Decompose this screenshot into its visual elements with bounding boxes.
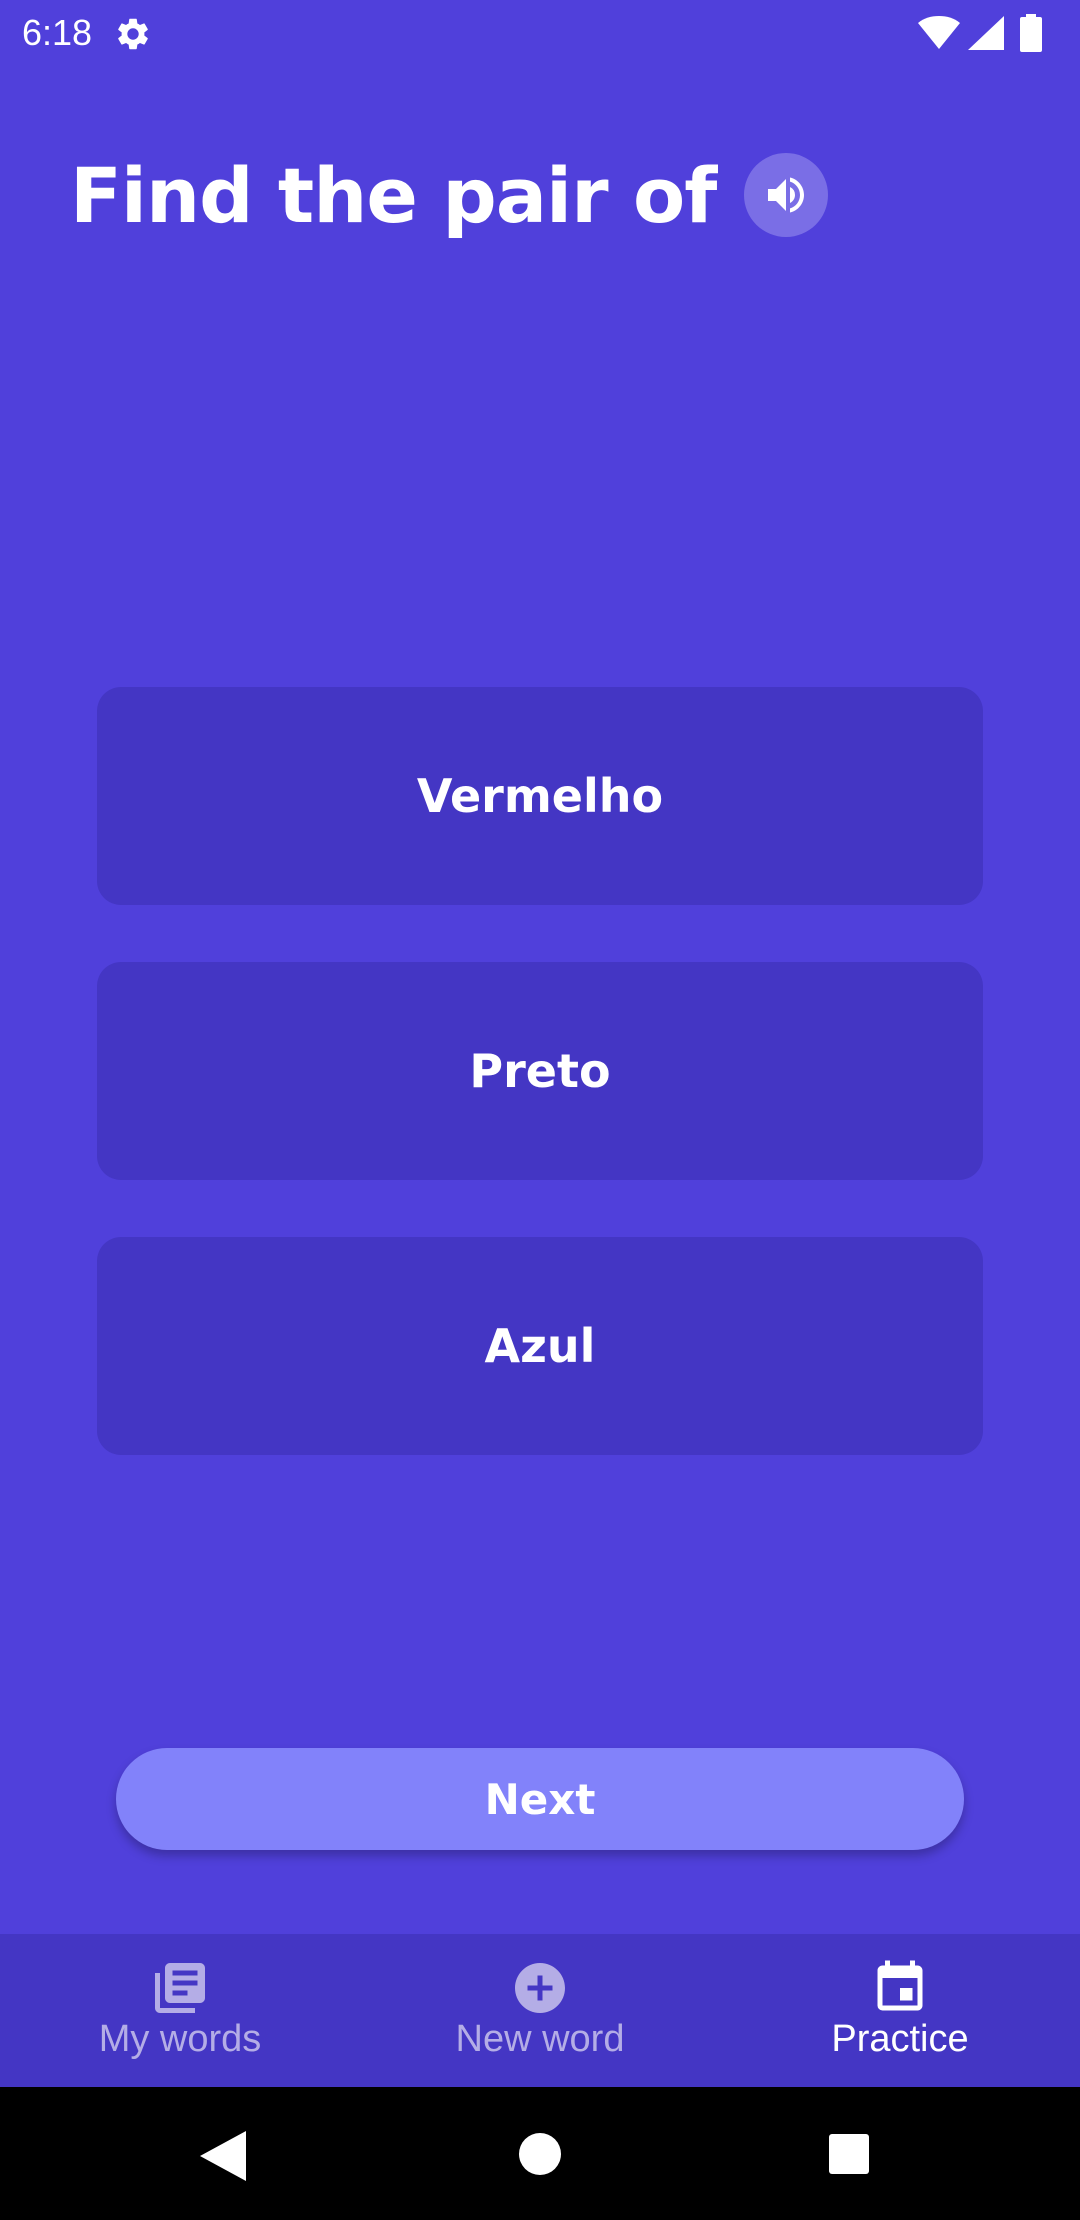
status-bar: 6:18 xyxy=(0,0,1080,66)
add-circle-icon xyxy=(515,1963,565,2013)
status-time: 6:18 xyxy=(22,12,93,53)
nav-item-new-word[interactable]: New word xyxy=(360,1934,720,2087)
answer-option[interactable]: Preto xyxy=(97,962,983,1180)
next-button-label: Next xyxy=(484,1774,596,1824)
battery-icon xyxy=(1020,14,1042,52)
next-button[interactable]: Next xyxy=(116,1748,964,1850)
nav-item-my-words[interactable]: My words xyxy=(0,1934,360,2087)
answer-option-label: Azul xyxy=(484,1319,596,1373)
cellular-signal-icon xyxy=(968,16,1004,50)
answer-option[interactable]: Azul xyxy=(97,1237,983,1455)
calendar-icon xyxy=(877,1960,923,2011)
settings-gear-icon xyxy=(118,18,148,50)
back-icon[interactable] xyxy=(200,2131,246,2181)
wifi-icon xyxy=(918,16,960,49)
nav-item-label: My words xyxy=(98,2018,262,2060)
prompt-header: Find the pair of xyxy=(70,140,829,250)
answer-option-label: Preto xyxy=(469,1044,611,1098)
answer-option[interactable]: Vermelho xyxy=(97,687,983,905)
answer-option-label: Vermelho xyxy=(416,769,664,823)
bottom-navigation: My words New word Practice xyxy=(0,1934,1080,2087)
speaker-volume-icon xyxy=(768,177,805,213)
nav-item-label: New word xyxy=(455,2018,625,2060)
status-indicators xyxy=(860,14,1080,54)
nav-item-label: Practice xyxy=(831,2018,969,2060)
answer-options: Vermelho Preto Azul xyxy=(97,687,983,1512)
nav-item-practice[interactable]: Practice xyxy=(720,1934,1080,2087)
recent-apps-icon[interactable] xyxy=(829,2134,869,2174)
system-navigation-bar xyxy=(0,2087,1080,2220)
play-audio-button[interactable] xyxy=(744,153,829,237)
library-books-icon xyxy=(155,1963,205,2013)
home-icon[interactable] xyxy=(519,2133,561,2175)
prompt-title: Find the pair of xyxy=(70,150,717,240)
